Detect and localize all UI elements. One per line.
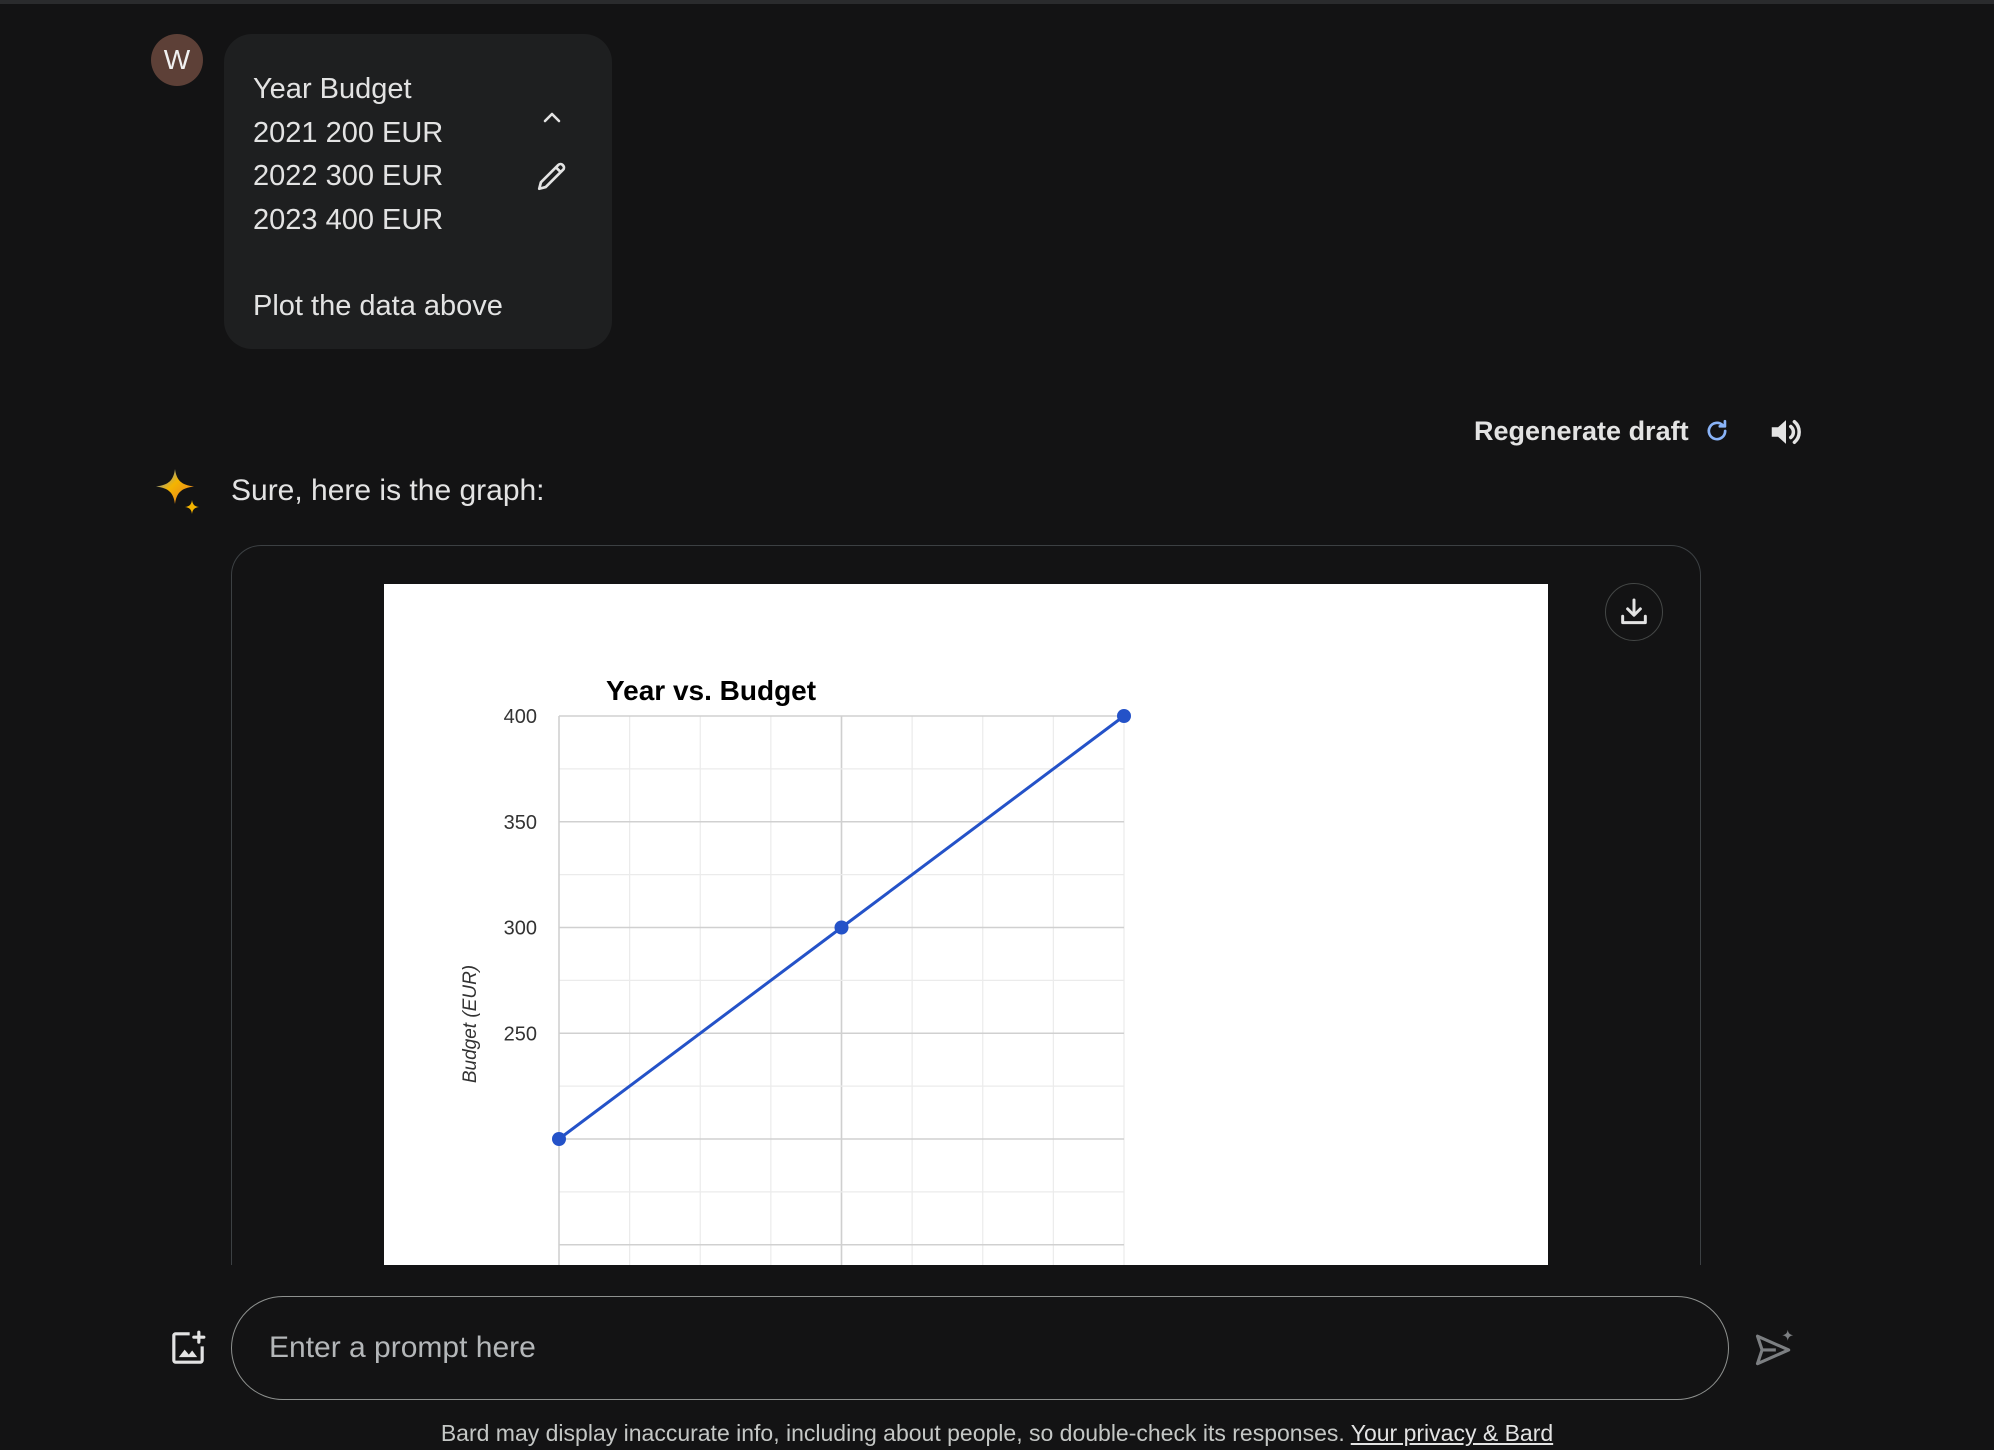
collapse-message-button[interactable] (532, 98, 572, 138)
top-divider (0, 0, 1994, 4)
data-point (1117, 709, 1131, 723)
download-button[interactable] (1605, 583, 1663, 641)
user-message-line: 2023 400 EUR (253, 203, 444, 236)
pencil-icon (537, 162, 566, 191)
line-chart: 250 300 350 400 Year vs. Budget Budget (EUR… (460, 675, 1131, 1265)
refresh-icon (1707, 419, 1727, 441)
chart-card: 250 300 350 400 Year vs. Budget Budget (EUR… (231, 545, 1701, 1265)
chevron-up-icon (543, 112, 561, 123)
y-tick-label: 250 (504, 1023, 537, 1045)
prompt-input[interactable] (269, 1331, 1728, 1365)
disclaimer: Bard may display inaccurate info, includ… (0, 1420, 1994, 1447)
response-text: Sure, here is the graph: (231, 474, 545, 507)
y-tick-label: 300 (504, 918, 537, 940)
download-icon (1621, 598, 1647, 625)
user-avatar[interactable]: W (151, 34, 203, 86)
listen-button[interactable] (1764, 410, 1808, 454)
privacy-link[interactable]: Your privacy & Bard (1351, 1420, 1553, 1446)
user-message-line: Plot the data above (253, 290, 503, 322)
send-icon (1755, 1329, 1794, 1366)
regenerate-draft-button[interactable]: Regenerate draft (1474, 411, 1731, 451)
add-image-button[interactable] (166, 1326, 210, 1370)
data-point (552, 1132, 566, 1146)
chart-image: 250 300 350 400 Year vs. Budget Budget (EUR… (384, 584, 1548, 1265)
disclaimer-text: Bard may display inaccurate info, includ… (440, 1420, 1345, 1446)
send-button[interactable] (1750, 1325, 1798, 1373)
edit-message-button[interactable] (532, 153, 572, 199)
regenerate-draft-label: Regenerate draft (1474, 415, 1689, 446)
add-image-icon (172, 1330, 206, 1364)
y-tick-label: 350 (504, 812, 537, 834)
chart-title: Year vs. Budget (606, 675, 816, 706)
volume-icon (1771, 419, 1801, 445)
y-tick-label: 400 (504, 706, 537, 728)
data-point (834, 920, 849, 935)
prompt-box (231, 1296, 1729, 1400)
y-axis-label: Budget (EUR) (460, 965, 481, 1083)
user-message-bubble: Year Budget 2021 200 EUR 2022 300 EUR 20… (224, 34, 612, 349)
sparkle-icon (156, 469, 199, 514)
